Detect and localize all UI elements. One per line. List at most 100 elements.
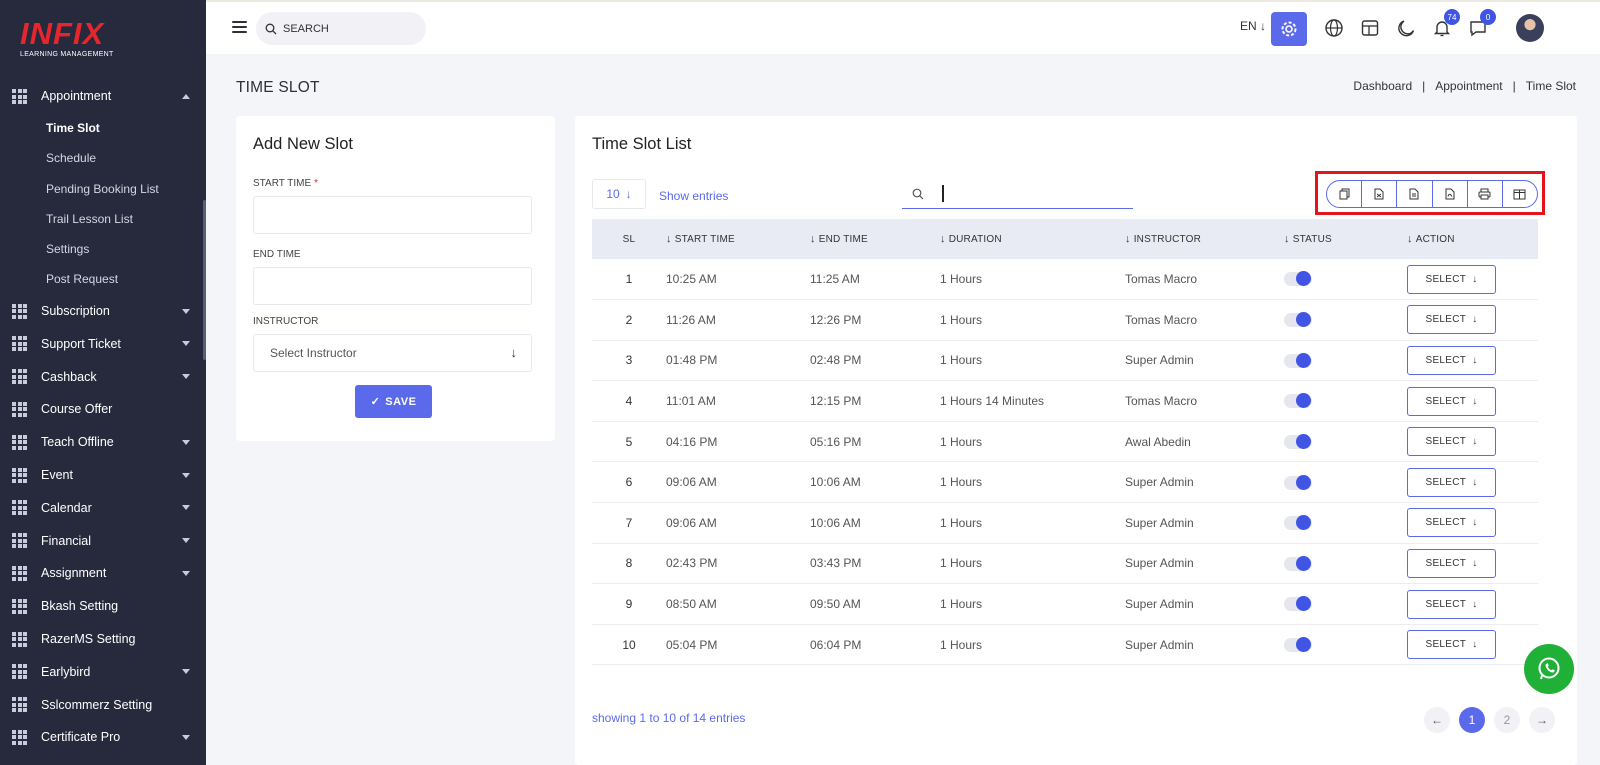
select-action-button[interactable]: SELECT ↓ — [1407, 467, 1496, 497]
layout-icon[interactable] — [1356, 14, 1384, 42]
status-toggle[interactable] — [1284, 637, 1312, 653]
sidebar-item-bkash-setting[interactable]: Bkash Setting — [0, 590, 206, 623]
status-toggle[interactable] — [1284, 474, 1312, 490]
sidebar-item-appointment[interactable]: Appointment — [0, 80, 206, 113]
page-size-select[interactable]: 10 ↓ — [592, 179, 646, 209]
status-toggle[interactable] — [1284, 596, 1312, 612]
breadcrumb-separator: | — [1512, 79, 1516, 93]
table-search-input[interactable] — [902, 179, 1133, 209]
start-time-input[interactable] — [253, 196, 532, 234]
excel-export-button[interactable] — [1361, 181, 1396, 207]
cell-duration: 1 Hours — [940, 421, 1125, 463]
sidebar-subitem-schedule[interactable]: Schedule — [0, 143, 206, 173]
column-header-label: SL — [622, 233, 636, 245]
time-slot-table: SL ↓ START TIME ↓ END TIME ↓ DURATION ↓ INSTRUCT… — [592, 219, 1538, 666]
breadcrumb-appointment[interactable]: Appointment — [1435, 79, 1502, 93]
sidebar-item-teach-offline[interactable]: Teach Offline — [0, 426, 206, 459]
page-2-button[interactable]: 2 — [1494, 707, 1520, 733]
status-toggle[interactable] — [1284, 352, 1312, 368]
arrow-down-icon: ↓ — [1472, 436, 1478, 448]
sidebar-item-razerms-setting[interactable]: RazerMS Setting — [0, 623, 206, 656]
breadcrumb-dashboard[interactable]: Dashboard — [1353, 79, 1412, 93]
sidebar-subitem-post-request[interactable]: Post Request — [0, 264, 206, 294]
notifications-button[interactable]: 74 — [1428, 9, 1460, 42]
sidebar-subitem-settings[interactable]: Settings — [0, 234, 206, 264]
column-header-status[interactable]: ↓ STATUS — [1284, 219, 1407, 259]
sidebar-item-event[interactable]: Event — [0, 459, 206, 492]
instructor-select[interactable]: Select Instructor ↓ — [253, 334, 532, 372]
column-header-sl[interactable]: SL — [592, 219, 666, 259]
messages-button[interactable]: 0 — [1464, 9, 1496, 42]
end-time-input[interactable] — [253, 267, 532, 305]
select-button-label: SELECT — [1425, 273, 1467, 285]
status-toggle[interactable] — [1284, 271, 1312, 287]
brand-logo[interactable]: INFIX LEARNING MANAGEMENT — [20, 18, 114, 59]
grid-icon — [12, 697, 27, 713]
status-toggle[interactable] — [1284, 393, 1312, 409]
sidebar-item-assignment[interactable]: Assignment — [0, 557, 206, 590]
sidebar-item-subscription[interactable]: Subscription — [0, 295, 206, 328]
select-action-button[interactable]: SELECT ↓ — [1407, 508, 1496, 538]
column-visibility-button[interactable] — [1501, 181, 1537, 207]
status-toggle[interactable] — [1284, 312, 1312, 328]
arrow-down-icon: ↓ — [1472, 395, 1478, 407]
select-action-button[interactable]: SELECT ↓ — [1407, 589, 1496, 619]
search-box[interactable]: SEARCH — [256, 12, 426, 45]
dark-mode-moon-icon[interactable] — [1392, 14, 1420, 42]
chevron-up-icon — [182, 94, 190, 99]
column-header-action[interactable]: ↓ ACTION — [1407, 219, 1538, 259]
globe-icon[interactable] — [1320, 14, 1348, 42]
sidebar-item-label: Cashback — [41, 369, 97, 384]
sort-arrow-icon: ↓ — [1125, 233, 1131, 245]
cell-end-time: 10:06 AM — [810, 461, 940, 504]
select-action-button[interactable]: SELECT ↓ — [1407, 305, 1496, 335]
user-avatar[interactable] — [1516, 14, 1544, 42]
select-button-label: SELECT — [1425, 354, 1467, 366]
grid-icon — [12, 565, 27, 581]
menu-toggle-icon[interactable] — [232, 21, 247, 33]
prev-page-button[interactable]: ← — [1424, 707, 1450, 733]
cell-sl: 6 — [592, 461, 666, 504]
print-button[interactable] — [1466, 181, 1502, 207]
select-action-button[interactable]: SELECT ↓ — [1407, 427, 1496, 457]
sidebar-item-course-offer[interactable]: Course Offer — [0, 393, 206, 426]
sidebar-subitem-time-slot[interactable]: Time Slot — [0, 113, 206, 143]
pdf-export-button[interactable] — [1431, 181, 1467, 207]
language-selector[interactable]: EN ↓ — [1240, 19, 1266, 33]
column-header-duration[interactable]: ↓ DURATION — [940, 219, 1125, 259]
sidebar-scrollbar[interactable] — [203, 200, 206, 360]
column-header-end-time[interactable]: ↓ END TIME — [810, 219, 940, 259]
column-header-start-time[interactable]: ↓ START TIME — [666, 219, 810, 259]
table-row: 7 09:06 AM 10:06 AM 1 Hours Super Admin SELEC… — [592, 502, 1538, 544]
csv-export-button[interactable] — [1396, 181, 1431, 207]
select-action-button[interactable]: SELECT ↓ — [1407, 345, 1496, 375]
sidebar-item-financial[interactable]: Financial — [0, 524, 206, 557]
status-toggle[interactable] — [1284, 434, 1312, 450]
sidebar-subitem-pending-booking-list[interactable]: Pending Booking List — [0, 173, 206, 203]
column-header-label: ACTION — [1415, 234, 1455, 245]
status-toggle[interactable] — [1284, 515, 1312, 531]
sidebar-item-sslcommerz-setting[interactable]: Sslcommerz Setting — [0, 688, 206, 721]
sidebar-item-certificate-pro[interactable]: Certificate Pro — [0, 721, 206, 754]
sidebar-item-calendar[interactable]: Calendar — [0, 491, 206, 524]
column-header-instructor[interactable]: ↓ INSTRUCTOR — [1125, 219, 1284, 259]
sidebar-subitem-trail-lesson-list[interactable]: Trail Lesson List — [0, 204, 206, 234]
table-row: 4 11:01 AM 12:15 PM 1 Hours 14 Minutes Tomas… — [592, 380, 1538, 422]
select-action-button[interactable]: SELECT ↓ — [1407, 548, 1496, 578]
save-button[interactable]: ✓ SAVE — [355, 385, 432, 418]
next-page-button[interactable]: → — [1529, 707, 1555, 733]
whatsapp-chat-button[interactable] — [1524, 644, 1574, 694]
select-action-button[interactable]: SELECT ↓ — [1407, 386, 1496, 416]
sidebar-item-cashback[interactable]: Cashback — [0, 360, 206, 393]
select-action-button[interactable]: SELECT ↓ — [1407, 630, 1496, 660]
sidebar-item-support-ticket[interactable]: Support Ticket — [0, 327, 206, 360]
settings-gear-button[interactable] — [1271, 12, 1307, 46]
sidebar-item-label: Sslcommerz Setting — [41, 697, 153, 712]
cell-sl: 2 — [592, 299, 666, 341]
sidebar-item-earlybird[interactable]: Earlybird — [0, 655, 206, 688]
page-1-button[interactable]: 1 — [1459, 707, 1485, 733]
sidebar-item-label: Course Offer — [41, 402, 113, 417]
status-toggle[interactable] — [1284, 555, 1312, 571]
copy-button[interactable] — [1327, 181, 1361, 207]
select-action-button[interactable]: SELECT ↓ — [1407, 264, 1496, 294]
